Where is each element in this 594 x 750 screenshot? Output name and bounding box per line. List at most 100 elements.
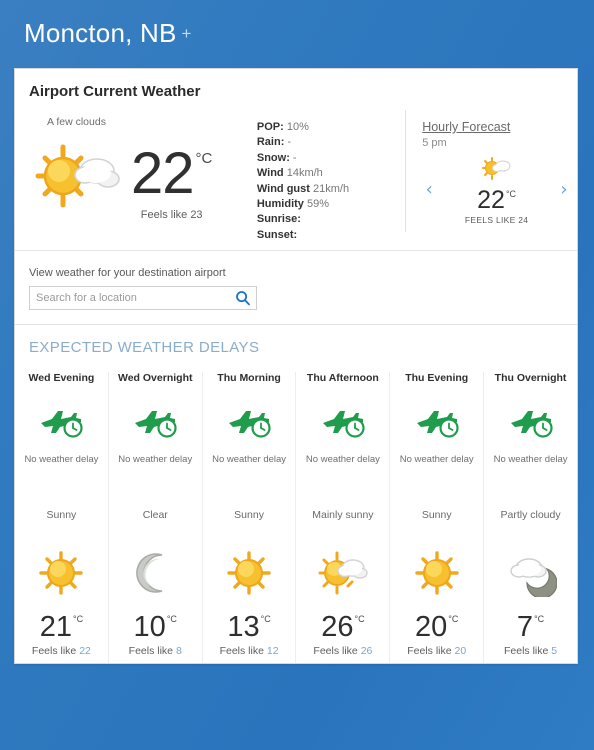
search-icon (236, 291, 250, 306)
current-feels-like: Feels like 23 (140, 209, 203, 221)
search-button[interactable] (230, 287, 256, 309)
feels-like-prefix: Feels like (219, 645, 264, 657)
temperature-unit: °C (534, 614, 545, 624)
forecast-feels-like: Feels like 12 (203, 645, 296, 657)
hourly-forecast-panel: Hourly Forecast 5 pm ‹ 22°C FEELS LIKE 2… (405, 110, 577, 232)
delay-status-text: No weather delay (24, 454, 99, 465)
current-summary: A few clouds 22 °C Feels like 23 (15, 110, 257, 232)
forecast-feels-like: Feels like 20 (390, 645, 483, 657)
plane-clock-icon (38, 406, 84, 440)
city-name: Moncton, NB (24, 18, 177, 48)
delay-status-text: No weather delay (399, 454, 474, 465)
plane-clock-icon (508, 406, 554, 440)
destination-search-section: View weather for your destination airpor… (15, 251, 577, 324)
forecast-condition-label: Sunny (46, 509, 77, 521)
current-temperature: 22 °C (131, 141, 213, 206)
hourly-forecast-link[interactable]: Hourly Forecast (422, 120, 577, 134)
hourly-feels-like: FEELS LIKE 24 (464, 215, 529, 225)
forecast-temperature: 13°C (227, 611, 271, 643)
detail-row: POP: 10% (257, 120, 393, 135)
hourly-temperature: 22°C (477, 186, 517, 214)
expected-delays-section: EXPECTED WEATHER DELAYS Wed Evening No we… (15, 325, 577, 663)
feels-like-prefix: Feels like (407, 645, 452, 657)
detail-row: Wind gust 21km/h (257, 182, 393, 197)
feels-like-value: 8 (175, 645, 182, 657)
forecast-temperature: 7°C (516, 611, 545, 643)
current-condition-label: A few clouds (47, 116, 106, 128)
current-details-list: POP: 10% Rain: - Snow: - Wind 14km/h Win… (256, 110, 393, 241)
sun-behind-cloud-icon (317, 549, 369, 597)
temperature-unit: °C (448, 614, 459, 624)
forecast-condition-label: Sunny (421, 509, 452, 521)
temperature-unit: °C (260, 614, 271, 624)
detail-key: Wind (256, 167, 284, 180)
sun-icon (35, 549, 87, 597)
detail-key: Humidity (256, 198, 304, 211)
detail-key: Sunset: (256, 228, 298, 241)
forecast-temperature: 21°C (39, 611, 84, 643)
plane-clock-icon (226, 406, 272, 440)
search-field-wrapper[interactable] (29, 286, 257, 310)
detail-key: Rain: (256, 136, 285, 149)
detail-value: 21km/h (312, 182, 350, 195)
detail-row: Wind 14km/h (257, 166, 393, 181)
temperature-unit: °C (505, 189, 517, 199)
column-period-label: Thu Overnight (494, 372, 567, 384)
detail-value: 14km/h (286, 167, 323, 180)
detail-value: 10% (286, 121, 309, 133)
temperature-unit: °C (195, 150, 213, 167)
delay-column: Thu Morning No weather delay Sunny 13°C Feel… (203, 372, 297, 663)
page-title: Moncton, NB + (24, 18, 192, 49)
add-location-icon[interactable]: + (182, 24, 192, 44)
column-period-label: Thu Morning (217, 372, 281, 384)
delays-grid: Wed Evening No weather delay Sunny 21°C Feel… (15, 372, 577, 663)
column-period-label: Wed Overnight (118, 372, 193, 384)
delay-status-text: No weather delay (212, 454, 287, 465)
sun-behind-cloud-icon (29, 139, 125, 213)
temperature-unit: °C (72, 614, 84, 624)
feels-like-value: 12 (266, 645, 279, 657)
moon-behind-cloud-icon (505, 549, 557, 597)
detail-key: Snow: (256, 151, 290, 164)
search-input[interactable] (30, 292, 230, 304)
delay-status-text: No weather delay (493, 454, 568, 465)
delays-title: EXPECTED WEATHER DELAYS (29, 339, 260, 356)
forecast-temperature: 20°C (415, 611, 459, 643)
feels-like-value: 20 (454, 645, 467, 657)
feels-like-value: 5 (551, 645, 558, 657)
card-title: Airport Current Weather (29, 83, 201, 100)
delay-column: Wed Overnight No weather delay Clear 10°C Fe… (109, 372, 203, 663)
detail-value: - (287, 136, 292, 149)
moon-icon (129, 549, 181, 597)
forecast-condition-label: Partly cloudy (500, 509, 561, 521)
feels-like-prefix: Feels like (313, 645, 358, 657)
forecast-temperature: 10°C (133, 611, 177, 643)
weather-card: Airport Current Weather A few clouds 22 … (14, 68, 578, 664)
plane-clock-icon (414, 406, 460, 440)
detail-key: Wind gust (256, 182, 310, 195)
detail-row: Sunrise: (257, 212, 393, 227)
temperature-unit: °C (166, 614, 177, 624)
forecast-feels-like: Feels like 5 (484, 645, 577, 657)
sun-behind-cloud-icon (480, 155, 514, 181)
detail-key: POP: (256, 121, 284, 133)
detail-row: Rain: - (257, 135, 393, 150)
current-weather-section: A few clouds 22 °C Feels like 23 POP: 10… (15, 100, 577, 250)
sun-icon (411, 549, 463, 597)
delay-status-text: No weather delay (118, 454, 193, 465)
forecast-condition-label: Sunny (234, 509, 264, 521)
current-temperature-block: 22 °C Feels like 23 (131, 130, 213, 222)
forecast-feels-like: Feels like 22 (15, 645, 108, 657)
forecast-condition-label: Clear (142, 509, 168, 521)
hourly-forecast-time: 5 pm (422, 137, 447, 149)
forecast-feels-like: Feels like 8 (109, 645, 202, 657)
feels-like-value: 26 (360, 645, 373, 657)
detail-row: Sunset: (257, 228, 393, 243)
hourly-next-button[interactable]: › (557, 181, 571, 199)
feels-like-value: 22 (79, 645, 91, 657)
feels-like-prefix: Feels like (128, 645, 174, 657)
hourly-prev-button[interactable]: ‹ (422, 181, 436, 199)
detail-row: Snow: - (257, 151, 393, 166)
detail-key: Sunrise: (256, 213, 301, 226)
feels-like-prefix: Feels like (31, 645, 77, 657)
